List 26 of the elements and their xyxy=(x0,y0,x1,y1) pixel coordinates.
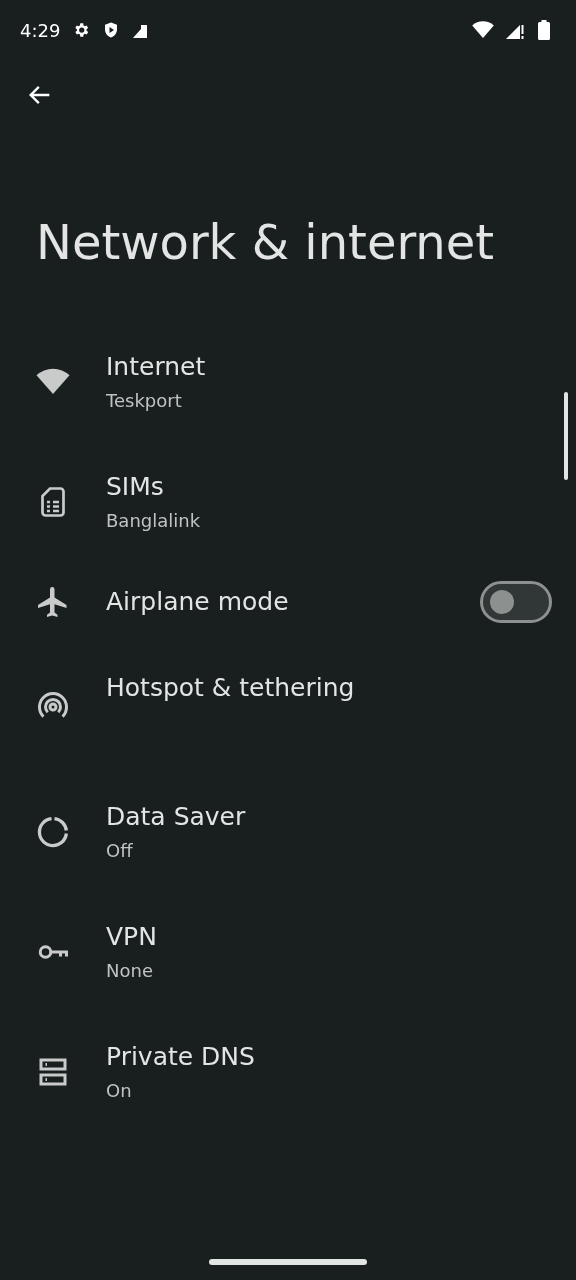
item-title: Private DNS xyxy=(106,1041,256,1073)
settings-item[interactable]: Data Saver Off xyxy=(0,772,576,892)
navigation-handle[interactable] xyxy=(209,1259,367,1265)
item-summary: Off xyxy=(106,839,134,863)
item-title: Internet xyxy=(106,351,207,383)
wifi-icon xyxy=(472,21,494,39)
item-summary: Teskport xyxy=(106,389,183,413)
settings-item[interactable]: Private DNS On xyxy=(0,1012,576,1132)
settings-item[interactable]: VPN None xyxy=(0,892,576,1012)
item-title: SIMs xyxy=(106,471,165,503)
status-time: 4:29 xyxy=(20,19,61,41)
page-title: Network & internet xyxy=(36,213,496,272)
item-summary: On xyxy=(106,1079,133,1103)
settings-item[interactable]: SIMs Banglalink xyxy=(0,442,576,562)
item-title: Hotspot & tethering xyxy=(106,672,356,704)
item-title: Airplane mode xyxy=(106,586,290,618)
item-title: VPN xyxy=(106,921,158,953)
item-summary: None xyxy=(106,959,154,983)
settings-item[interactable]: Internet Teskport xyxy=(0,322,576,442)
data-saver-icon xyxy=(35,814,71,850)
item-title: Data Saver xyxy=(106,801,247,833)
settings-item[interactable]: Hotspot & tethering xyxy=(0,642,576,772)
battery-icon xyxy=(538,20,550,40)
settings-item[interactable]: Airplane mode xyxy=(0,562,576,642)
item-summary: Banglalink xyxy=(106,509,202,533)
toggle-switch[interactable] xyxy=(480,581,552,623)
